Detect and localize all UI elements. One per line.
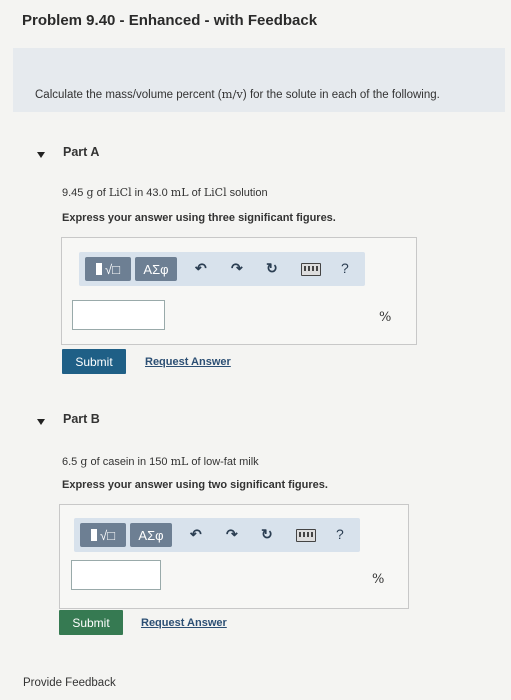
undo-icon[interactable]: ↶ <box>195 260 207 277</box>
redo-icon[interactable]: ↷ <box>226 526 238 543</box>
help-icon[interactable]: ? <box>336 526 344 542</box>
part-a-request-answer-link[interactable]: Request Answer <box>145 356 231 368</box>
undo-icon[interactable]: ↶ <box>190 526 202 543</box>
collapse-part-a-icon[interactable] <box>37 152 45 158</box>
part-b-question: 6.5 g of casein in 150 mL of low-fat mil… <box>62 455 259 468</box>
template-block-icon <box>96 263 102 275</box>
instructions-text: Calculate the mass/volume percent (m/v) … <box>35 87 440 101</box>
part-a-toolbar: √□ ΑΣφ ↶ ↷ ↻ ? <box>79 252 365 286</box>
redo-icon[interactable]: ↷ <box>231 260 243 277</box>
greek-symbols-button[interactable]: ΑΣφ <box>135 257 177 281</box>
part-a-answer-input[interactable] <box>72 300 165 330</box>
part-a-submit-button[interactable]: Submit <box>62 349 126 374</box>
page-title: Problem 9.40 - Enhanced - with Feedback <box>22 12 318 29</box>
collapse-part-b-icon[interactable] <box>37 419 45 425</box>
templates-button[interactable]: √□ <box>85 257 131 281</box>
template-block-icon <box>91 529 97 541</box>
keyboard-icon[interactable] <box>301 263 321 276</box>
greek-symbols-button[interactable]: ΑΣφ <box>130 523 172 547</box>
instructions-panel: Calculate the mass/volume percent (m/v) … <box>13 48 505 112</box>
part-b-answer-input[interactable] <box>71 560 161 590</box>
provide-feedback-link[interactable]: Provide Feedback <box>23 677 116 689</box>
part-b-header[interactable]: Part B <box>63 412 100 426</box>
part-b-request-answer-link[interactable]: Request Answer <box>141 617 227 629</box>
help-icon[interactable]: ? <box>341 260 349 276</box>
part-a-header[interactable]: Part A <box>63 145 99 159</box>
part-b-instruction: Express your answer using two significan… <box>62 479 328 491</box>
templates-button[interactable]: √□ <box>80 523 126 547</box>
part-a-question: 9.45 g of LiCl in 43.0 mL of LiCl soluti… <box>62 186 268 199</box>
reset-icon[interactable]: ↻ <box>261 526 273 543</box>
part-b-toolbar: √□ ΑΣφ ↶ ↷ ↻ ? <box>74 518 360 552</box>
part-a-instruction: Express your answer using three signific… <box>62 212 336 224</box>
part-b-submit-button[interactable]: Submit <box>59 610 123 635</box>
part-b-unit: % <box>372 572 385 587</box>
keyboard-icon[interactable] <box>296 529 316 542</box>
reset-icon[interactable]: ↻ <box>266 260 278 277</box>
part-a-unit: % <box>379 310 392 325</box>
